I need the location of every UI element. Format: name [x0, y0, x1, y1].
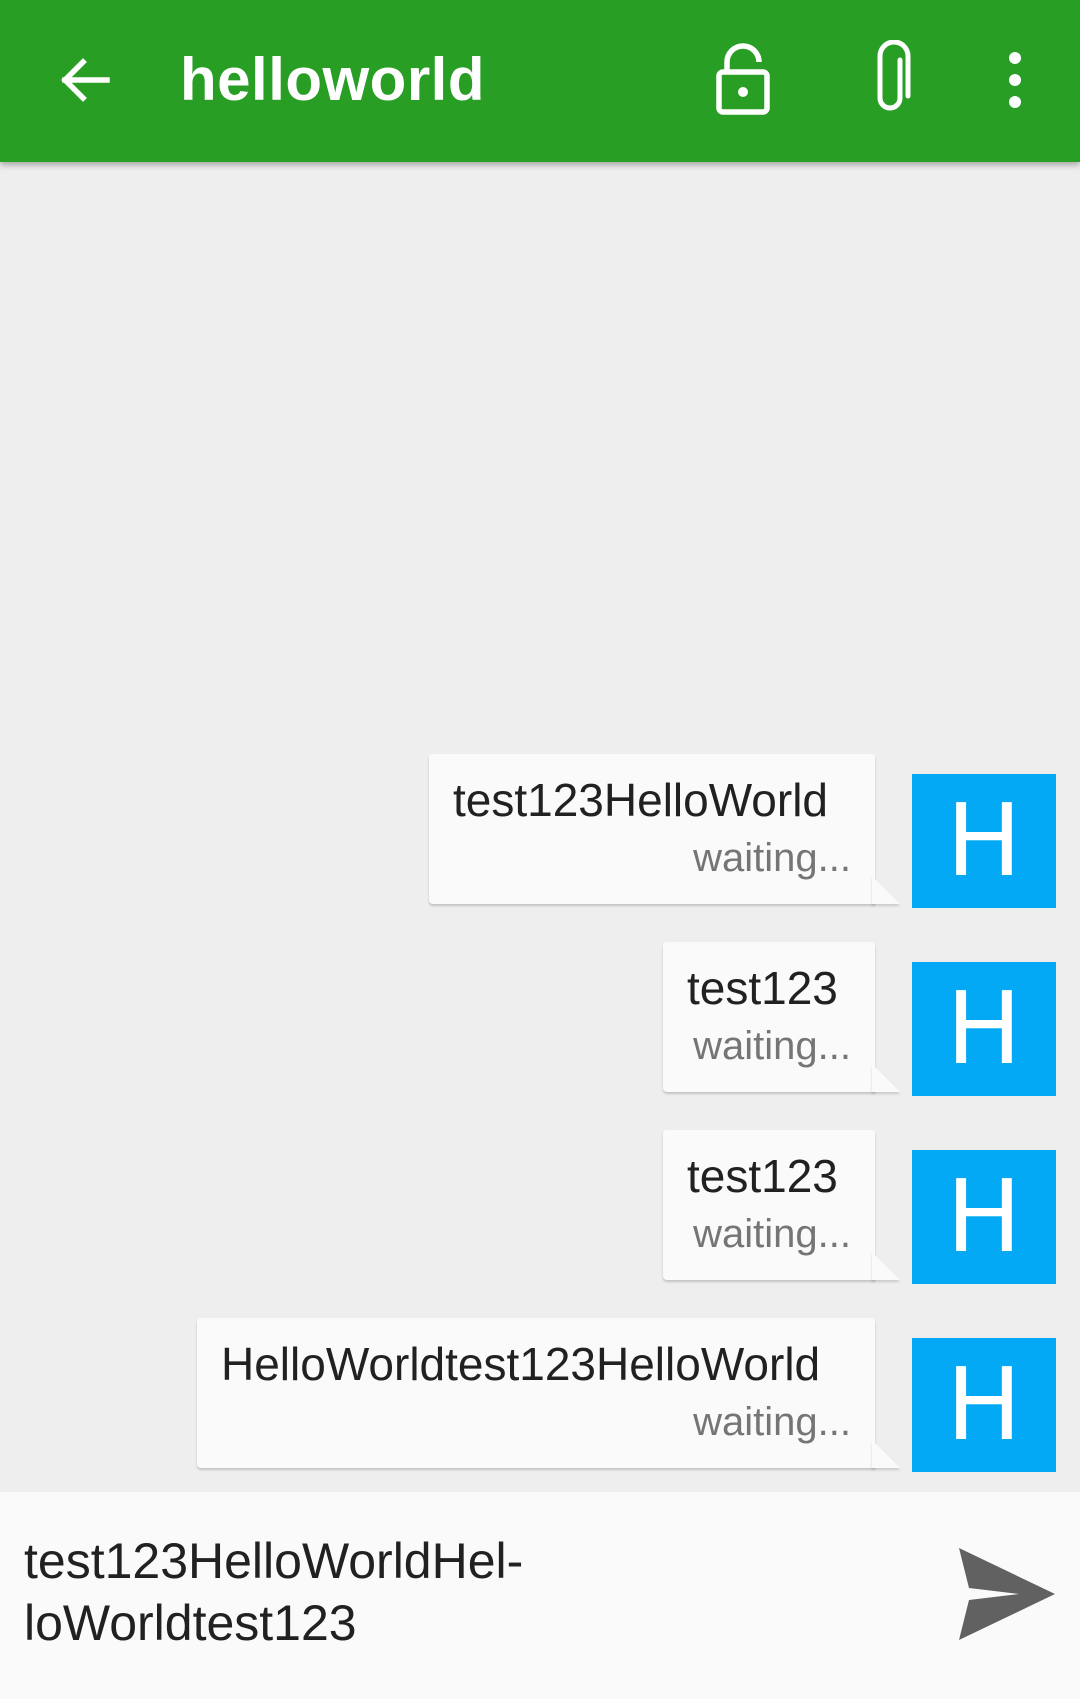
message-text: test123: [687, 1150, 838, 1202]
message-composer: test123HelloWorldHel- loWorldtest123: [0, 1492, 1080, 1699]
message-bubble[interactable]: test123 waiting...: [663, 942, 875, 1092]
avatar[interactable]: H: [912, 962, 1056, 1096]
bubble-tail: [872, 1252, 900, 1280]
message-status: waiting...: [693, 836, 851, 880]
more-vert-icon[interactable]: [995, 50, 1035, 110]
avatar[interactable]: H: [912, 1338, 1056, 1472]
conversation-title: helloworld: [180, 46, 485, 113]
app-toolbar: helloworld: [0, 0, 1080, 162]
bubble-tail: [872, 1064, 900, 1092]
message-bubble[interactable]: HelloWorldtest123HelloWorld waiting...: [197, 1318, 875, 1468]
bubble-tail: [872, 1440, 900, 1468]
message-text: test123: [687, 962, 838, 1014]
message-text: test123HelloWorld: [453, 774, 829, 826]
message-bubble[interactable]: test123 waiting...: [663, 1130, 875, 1280]
message-status: waiting...: [693, 1024, 851, 1068]
lock-open-icon[interactable]: [713, 40, 773, 120]
avatar[interactable]: H: [912, 1150, 1056, 1284]
message-input[interactable]: test123HelloWorldHel- loWorldtest123: [24, 1530, 924, 1654]
send-icon[interactable]: [955, 1542, 1059, 1646]
paperclip-icon[interactable]: [860, 40, 920, 120]
bubble-tail: [872, 876, 900, 904]
avatar[interactable]: H: [912, 774, 1056, 908]
message-status: waiting...: [693, 1400, 851, 1444]
message-text: HelloWorldtest123HelloWorld: [221, 1338, 821, 1390]
message-bubble[interactable]: test123HelloWorld waiting...: [429, 754, 875, 904]
message-status: waiting...: [693, 1212, 851, 1256]
back-arrow-icon[interactable]: [55, 50, 115, 110]
message-list[interactable]: test123HelloWorld waiting... H test123 w…: [0, 162, 1080, 1492]
